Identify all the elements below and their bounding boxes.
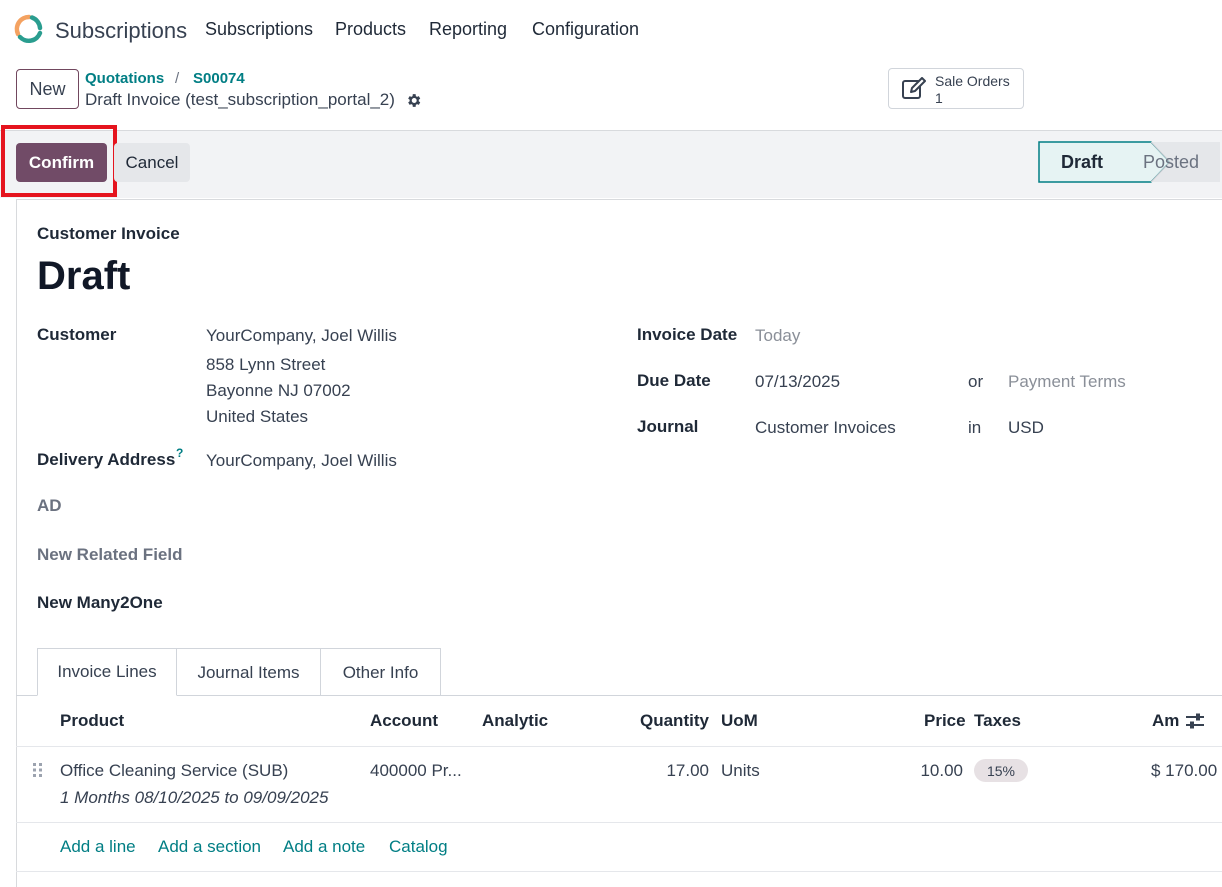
form-sheet <box>16 199 1222 887</box>
invoice-date-label: Invoice Date <box>637 325 738 344</box>
smart-button-label: Sale Orders <box>935 73 1010 89</box>
column-header-product[interactable]: Product <box>60 711 124 731</box>
help-tooltip-icon[interactable]: ? <box>176 446 183 460</box>
menu-products[interactable]: Products <box>335 19 406 40</box>
invoice-date-field[interactable]: Today <box>755 326 800 346</box>
due-date-field[interactable]: 07/13/2025 <box>755 372 840 392</box>
optional-columns-icon[interactable] <box>1185 712 1205 730</box>
breadcrumb-order[interactable]: S00074 <box>193 70 245 87</box>
tax-badge[interactable]: 15% <box>974 759 1028 782</box>
line-account[interactable]: 400000 Pr... <box>370 761 462 781</box>
gear-icon[interactable] <box>405 92 422 109</box>
tab-invoice-lines[interactable]: Invoice Lines <box>37 648 177 696</box>
line-product[interactable]: Office Cleaning Service (SUB) <box>60 761 288 781</box>
line-uom[interactable]: Units <box>721 761 760 781</box>
customer-address-line: 858 Lynn Street <box>206 355 326 374</box>
add-section-link[interactable]: Add a section <box>158 837 261 857</box>
invoice-type: Customer Invoice <box>37 224 180 243</box>
payment-terms-field[interactable]: Payment Terms <box>1008 372 1126 392</box>
status-posted[interactable]: Posted <box>1143 152 1199 173</box>
line-amount: $ 170.00 <box>1151 761 1218 780</box>
column-header-analytic[interactable]: Analytic <box>482 711 548 731</box>
ad-label: AD <box>37 496 62 515</box>
column-header-quantity[interactable]: Quantity <box>640 711 709 731</box>
new-many2one-label: New Many2One <box>37 593 163 612</box>
status-draft[interactable]: Draft <box>1061 152 1103 173</box>
tab-journal-items[interactable]: Journal Items <box>177 648 321 696</box>
cancel-button[interactable]: Cancel <box>114 143 190 182</box>
app-title[interactable]: Subscriptions <box>55 18 187 44</box>
catalog-link[interactable]: Catalog <box>389 837 448 857</box>
customer-address-line: Bayonne NJ 07002 <box>206 381 351 400</box>
record-name: Draft Invoice (test_subscription_portal_… <box>85 90 395 109</box>
or-text: or <box>968 372 984 391</box>
customer-address-line: United States <box>206 407 309 426</box>
highlight-box <box>1 125 117 197</box>
table-divider <box>16 871 1222 872</box>
menu-configuration[interactable]: Configuration <box>532 19 639 40</box>
menu-reporting[interactable]: Reporting <box>429 19 507 40</box>
currency-field[interactable]: USD <box>1008 418 1044 438</box>
smart-button-count: 1 <box>935 90 943 106</box>
breadcrumb-quotations[interactable]: Quotations <box>85 70 164 87</box>
delivery-address-field[interactable]: YourCompany, Joel Willis <box>206 451 397 471</box>
add-note-link[interactable]: Add a note <box>283 837 365 857</box>
breadcrumb-separator: / <box>175 70 180 87</box>
delivery-address-label: Delivery Address <box>37 450 176 469</box>
table-divider <box>16 822 1222 823</box>
journal-field[interactable]: Customer Invoices <box>755 418 896 438</box>
edit-icon <box>902 77 926 99</box>
column-header-uom[interactable]: UoM <box>721 711 758 731</box>
due-date-label: Due Date <box>637 371 711 390</box>
new-button[interactable]: New <box>16 69 79 109</box>
tab-other-info[interactable]: Other Info <box>320 648 441 696</box>
customer-label: Customer <box>37 325 117 344</box>
app-logo-icon[interactable] <box>14 14 44 44</box>
add-line-link[interactable]: Add a line <box>60 837 136 857</box>
column-header-account[interactable]: Account <box>370 711 438 731</box>
line-price[interactable]: 10.00 <box>880 761 963 781</box>
in-text: in <box>968 418 982 437</box>
top-navbar: Subscriptions Subscriptions Products Rep… <box>0 0 1222 60</box>
journal-label: Journal <box>637 417 699 436</box>
new-related-field-label: New Related Field <box>37 545 183 564</box>
line-quantity[interactable]: 17.00 <box>600 761 709 781</box>
menu-subscriptions[interactable]: Subscriptions <box>205 19 313 40</box>
page-title: Draft <box>37 254 131 298</box>
customer-field[interactable]: YourCompany, Joel Willis <box>206 326 397 346</box>
sale-orders-smart-button[interactable]: Sale Orders 1 <box>888 68 1024 109</box>
drag-handle-icon[interactable] <box>32 762 44 778</box>
column-header-amount[interactable]: Am <box>1152 711 1179 731</box>
table-divider <box>16 746 1222 747</box>
column-header-price[interactable]: Price <box>924 711 966 731</box>
column-header-taxes[interactable]: Taxes <box>974 711 1021 731</box>
line-description[interactable]: 1 Months 08/10/2025 to 09/09/2025 <box>60 788 328 808</box>
